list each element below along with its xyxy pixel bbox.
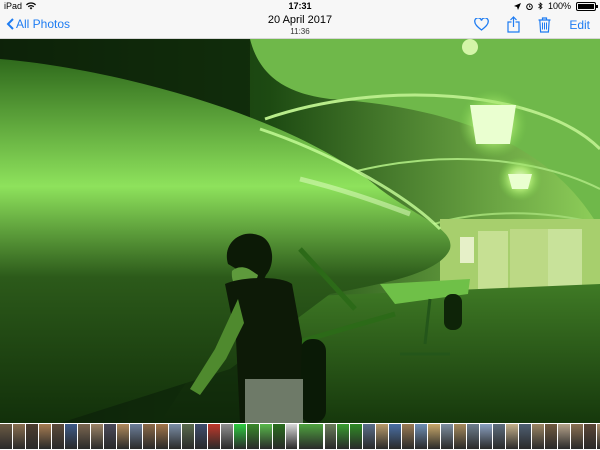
delete-button[interactable] (538, 16, 551, 33)
filmstrip-thumbnail[interactable] (467, 424, 479, 449)
filmstrip-thumbnail[interactable] (389, 424, 401, 449)
filmstrip-thumbnail[interactable] (260, 424, 272, 449)
filmstrip-thumbnail[interactable] (480, 424, 492, 449)
filmstrip-thumbnail[interactable] (571, 424, 583, 449)
battery-icon (576, 1, 598, 11)
filmstrip-thumbnail[interactable] (39, 424, 51, 449)
filmstrip-thumbnail[interactable] (350, 424, 362, 449)
filmstrip-thumbnail[interactable] (52, 424, 64, 449)
filmstrip-thumbnail[interactable] (0, 424, 12, 449)
filmstrip-thumbnail[interactable] (519, 424, 531, 449)
filmstrip-thumbnail[interactable] (441, 424, 453, 449)
filmstrip-thumbnail[interactable] (286, 424, 298, 449)
filmstrip-thumbnail[interactable] (297, 423, 325, 450)
share-icon (507, 16, 520, 33)
edit-button[interactable]: Edit (569, 18, 590, 32)
filmstrip-thumbnail[interactable] (65, 424, 77, 449)
favorite-button[interactable] (474, 18, 490, 31)
bluetooth-icon (538, 2, 543, 10)
status-time: 17:31 (288, 1, 312, 11)
location-arrow-icon (513, 2, 521, 10)
filmstrip-thumbnail[interactable] (415, 424, 427, 449)
filmstrip-thumbnail[interactable] (545, 424, 557, 449)
trash-icon (538, 16, 551, 33)
alarm-icon (526, 3, 533, 10)
filmstrip-thumbnail[interactable] (91, 424, 103, 449)
status-right: 100% (513, 1, 598, 11)
filmstrip-thumbnail[interactable] (26, 424, 38, 449)
filmstrip-thumbnail[interactable] (104, 424, 116, 449)
filmstrip-thumbnail[interactable] (169, 424, 181, 449)
filmstrip-thumbnail[interactable] (221, 424, 233, 449)
filmstrip-thumbnail[interactable] (234, 424, 246, 449)
filmstrip-thumbnail[interactable] (363, 424, 375, 449)
filmstrip-thumbnail[interactable] (117, 424, 129, 449)
filmstrip-thumbnail[interactable] (182, 424, 194, 449)
photo-viewer[interactable] (0, 39, 600, 423)
filmstrip-thumbnail[interactable] (376, 424, 388, 449)
filmstrip-thumbnail[interactable] (208, 424, 220, 449)
battery-percent: 100% (547, 1, 571, 11)
status-bar: iPad 17:31 100% (0, 0, 600, 12)
filmstrip-thumbnail[interactable] (532, 424, 544, 449)
filmstrip-thumbnail[interactable] (337, 424, 349, 449)
filmstrip-thumbnail[interactable] (130, 424, 142, 449)
nav-actions: Edit (474, 16, 590, 33)
filmstrip-thumbnail[interactable] (143, 424, 155, 449)
filmstrip-thumbnail[interactable] (506, 424, 518, 449)
filmstrip-thumbnail[interactable] (78, 424, 90, 449)
filmstrip-thumbnail[interactable] (13, 424, 25, 449)
filmstrip[interactable] (0, 423, 600, 450)
filmstrip-thumbnail[interactable] (247, 424, 259, 449)
heart-icon (474, 18, 490, 31)
nav-bar: All Photos 20 April 2017 11:36 Edit (0, 12, 600, 39)
filmstrip-thumbnail[interactable] (156, 424, 168, 449)
filmstrip-thumbnail[interactable] (558, 424, 570, 449)
filmstrip-thumbnail[interactable] (493, 424, 505, 449)
battery-fill (578, 3, 594, 9)
share-button[interactable] (507, 16, 520, 33)
filmstrip-thumbnail[interactable] (402, 424, 414, 449)
filmstrip-thumbnail[interactable] (454, 424, 466, 449)
filmstrip-thumbnail[interactable] (273, 424, 285, 449)
filmstrip-thumbnail[interactable] (584, 424, 596, 449)
filmstrip-thumbnail[interactable] (324, 424, 336, 449)
filmstrip-thumbnail[interactable] (195, 424, 207, 449)
museum-photo (0, 39, 600, 423)
filmstrip-thumbnail[interactable] (428, 424, 440, 449)
